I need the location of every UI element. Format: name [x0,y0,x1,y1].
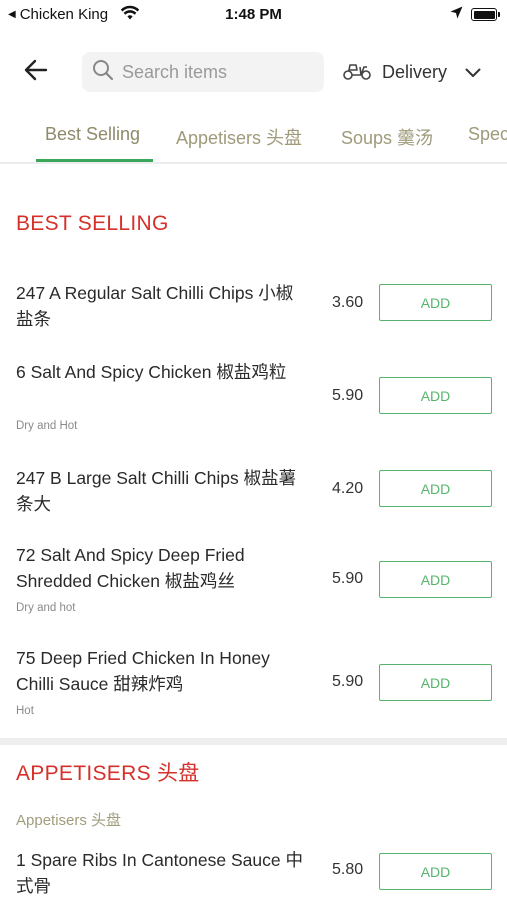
category-tabs: Best Selling Appetisers 头盘 Soups 羹汤 Spec [0,112,507,164]
tab-appetisers[interactable]: Appetisers 头盘 [176,124,302,150]
search-box[interactable] [82,52,324,92]
item-price: 5.90 [332,570,364,587]
item-name: 247 A Regular Salt Chilli Chips 小椒盐条 [16,283,294,329]
arrow-left-icon [24,59,48,86]
add-button[interactable]: ADD [379,284,492,321]
add-button[interactable]: ADD [379,470,492,507]
active-tab-indicator [36,159,153,162]
status-time: 1:48 PM [225,6,282,23]
tab-soups[interactable]: Soups 羹汤 [341,124,433,150]
item-note: Hot [16,705,34,717]
scooter-icon [342,59,372,86]
item-price: 4.20 [332,480,364,497]
delivery-selector[interactable]: Delivery [342,52,481,92]
status-bar: ◀ Chicken King 1:48 PM [0,0,507,30]
add-button[interactable]: ADD [379,664,492,701]
item-note: Dry and hot [16,602,76,614]
item-price: 5.80 [332,861,364,878]
section-title-appetisers: APPETISERS 头盘 [16,762,200,785]
header: Delivery [0,46,507,98]
status-right-icons [450,6,500,23]
item-price: 5.90 [332,387,364,404]
section-divider [0,738,507,745]
item-price: 3.60 [332,294,364,311]
add-button[interactable]: ADD [379,377,492,414]
item-price: 5.90 [332,673,364,690]
item-name: 72 Salt And Spicy Deep Fried Shredded Ch… [16,545,245,591]
tab-best-selling[interactable]: Best Selling [45,124,140,145]
delivery-label: Delivery [382,61,448,82]
battery-icon [471,8,500,21]
add-button[interactable]: ADD [379,853,492,890]
section-title-best-selling: BEST SELLING [16,212,169,235]
subsection-title-appetisers: Appetisers 头盘 [16,812,122,829]
item-name: 75 Deep Fried Chicken In Honey Chilli Sa… [16,648,270,694]
search-icon [92,59,114,86]
item-name: 247 B Large Salt Chilli Chips 椒盐薯条大 [16,468,297,514]
back-button[interactable] [20,56,52,88]
item-name: 6 Salt And Spicy Chicken 椒盐鸡粒 [16,362,287,382]
item-note: Dry and Hot [16,420,78,432]
search-input[interactable] [122,61,312,83]
tab-specials[interactable]: Spec [468,124,507,145]
item-name: 1 Spare Ribs In Cantonese Sauce 中式骨 [16,850,303,896]
chevron-down-icon [465,62,481,83]
add-button[interactable]: ADD [379,561,492,598]
location-arrow-icon [450,6,463,23]
